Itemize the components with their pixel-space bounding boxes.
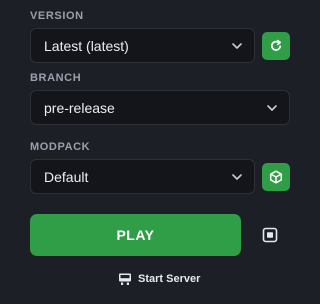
branch-select[interactable]: pre-release bbox=[30, 90, 290, 125]
version-selected-value: Latest (latest) bbox=[44, 37, 129, 54]
chevron-down-icon bbox=[231, 40, 243, 52]
start-server-button[interactable]: Start Server bbox=[118, 271, 200, 287]
modpack-selected-value: Default bbox=[44, 168, 89, 185]
modpack-label: MODPACK bbox=[30, 141, 91, 153]
version-label: VERSION bbox=[30, 10, 84, 22]
cube-icon bbox=[269, 170, 283, 184]
version-select[interactable]: Latest (latest) bbox=[30, 28, 255, 63]
branch-selected-value: pre-release bbox=[44, 99, 115, 116]
modpack-manage-button[interactable] bbox=[262, 163, 290, 191]
play-button[interactable]: PLAY bbox=[30, 214, 241, 256]
branch-label: BRANCH bbox=[30, 72, 82, 84]
modpack-select[interactable]: Default bbox=[30, 159, 255, 194]
chevron-down-icon bbox=[231, 171, 243, 183]
refresh-icon bbox=[269, 39, 283, 53]
screen-icon bbox=[262, 227, 278, 243]
chevron-down-icon bbox=[266, 102, 278, 114]
server-icon bbox=[118, 272, 132, 286]
screenshot-button[interactable] bbox=[259, 224, 281, 246]
refresh-versions-button[interactable] bbox=[262, 32, 290, 60]
start-server-label: Start Server bbox=[138, 273, 201, 285]
play-button-label: PLAY bbox=[116, 227, 155, 243]
